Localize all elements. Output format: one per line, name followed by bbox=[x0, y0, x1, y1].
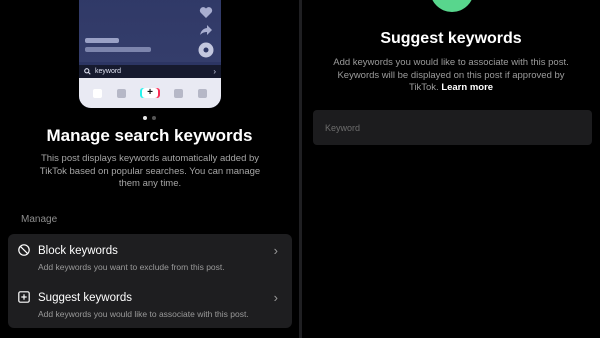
bottom-navigation: + bbox=[79, 78, 221, 108]
home-icon bbox=[92, 88, 102, 98]
block-icon bbox=[18, 244, 30, 256]
chevron-right-icon: › bbox=[273, 290, 278, 305]
option-subtitle: Add keywords you would like to associate… bbox=[38, 309, 249, 319]
friends-icon bbox=[117, 88, 127, 98]
page-dot-active[interactable] bbox=[143, 116, 147, 120]
heart-icon bbox=[198, 4, 214, 20]
option-title: Suggest keywords bbox=[38, 292, 132, 304]
share-icon bbox=[198, 22, 214, 38]
suggest-illustration-icon bbox=[430, 0, 474, 12]
page-dot[interactable] bbox=[152, 116, 156, 120]
username-placeholder bbox=[85, 38, 119, 43]
caption-placeholder bbox=[85, 47, 151, 52]
page-description: This post displays keywords automaticall… bbox=[39, 153, 261, 189]
manage-options-card: Block keywords Add keywords you want to … bbox=[8, 234, 292, 328]
search-keyword-text: keyword bbox=[95, 68, 122, 75]
option-subtitle: Add keywords you want to exclude from th… bbox=[38, 262, 225, 272]
inbox-icon bbox=[173, 88, 183, 98]
keyword-input[interactable] bbox=[313, 110, 592, 145]
section-label: Manage bbox=[21, 214, 58, 225]
option-title: Block keywords bbox=[38, 245, 118, 257]
post-preview: keyword › + bbox=[79, 0, 221, 108]
music-disc-icon bbox=[198, 42, 214, 58]
block-keywords-option[interactable]: Block keywords Add keywords you want to … bbox=[8, 234, 292, 280]
learn-more-link[interactable]: Learn more bbox=[441, 82, 493, 93]
suggest-keywords-option[interactable]: Suggest keywords Add keywords you would … bbox=[8, 281, 292, 327]
video-preview bbox=[79, 0, 221, 62]
plus-icon: + bbox=[141, 88, 158, 98]
profile-icon bbox=[198, 88, 208, 98]
search-bar: keyword › bbox=[79, 65, 221, 78]
page-title: Suggest keywords bbox=[380, 30, 522, 47]
page-title: Manage search keywords bbox=[46, 126, 253, 145]
page-description: Add keywords you would like to associate… bbox=[332, 57, 570, 95]
search-icon bbox=[84, 68, 91, 75]
add-square-icon bbox=[18, 291, 30, 303]
manage-keywords-screen: keyword › + Manage search keywords This … bbox=[0, 0, 299, 338]
chevron-right-icon: › bbox=[273, 243, 278, 258]
pagination-dots bbox=[143, 116, 156, 120]
suggest-keywords-screen: Suggest keywords Add keywords you would … bbox=[302, 0, 600, 338]
chevron-right-icon: › bbox=[213, 67, 216, 76]
